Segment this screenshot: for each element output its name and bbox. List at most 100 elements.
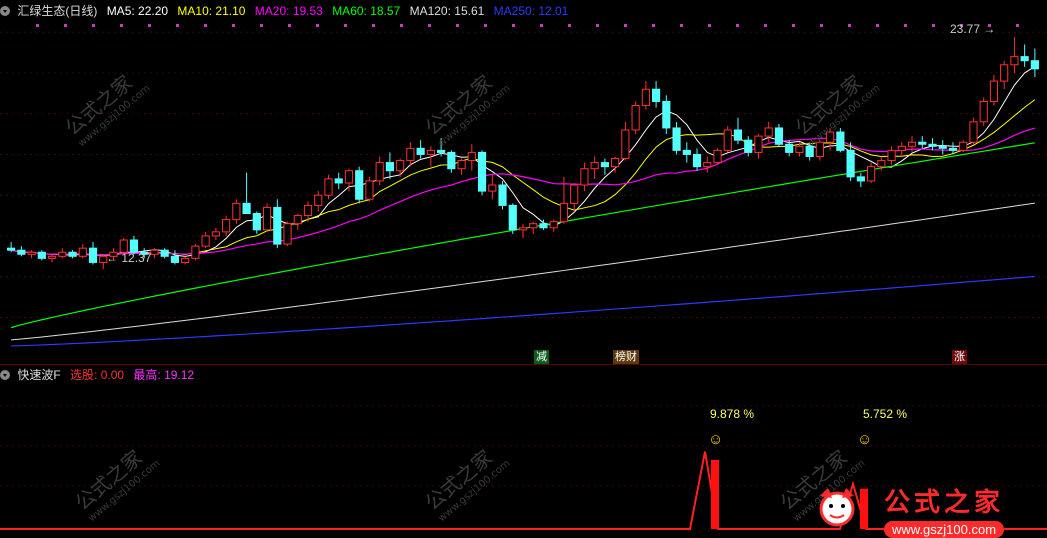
candle-body — [518, 227, 528, 231]
candle-body — [37, 251, 46, 259]
candle-body — [979, 100, 988, 123]
low-price-label: ← 12.37 — [106, 251, 151, 265]
candle-body — [785, 143, 794, 153]
candle-body — [1030, 60, 1039, 70]
candle-body — [774, 127, 784, 145]
event-tag-rise[interactable]: 涨 — [952, 350, 967, 364]
candle-body — [662, 100, 671, 129]
chevron-down-icon[interactable] — [0, 6, 10, 16]
candle-body — [631, 105, 640, 131]
peak-label-2: 5.752 % — [863, 407, 908, 421]
signal-dot — [680, 24, 683, 27]
signal-dot — [176, 24, 179, 27]
candle-body — [467, 151, 476, 162]
candle-body — [324, 178, 333, 196]
candle-body — [989, 80, 999, 102]
candle-body — [447, 151, 456, 170]
candle-body — [846, 149, 855, 178]
signal-dot — [820, 24, 823, 27]
candle-body — [181, 257, 190, 263]
brand-logo: 公式之家 www.gszj100.com — [884, 482, 1040, 538]
candle-body — [457, 160, 466, 170]
legend-ma120: MA120: 15.61 — [409, 4, 485, 18]
signal-dot — [876, 24, 879, 27]
candle-body — [201, 235, 210, 247]
signal-dot — [36, 24, 39, 27]
signal-dot — [288, 24, 291, 27]
signal-dot — [1016, 24, 1019, 27]
candle-body — [334, 178, 343, 184]
panel-divider[interactable] — [0, 364, 1047, 365]
event-tag-reduce[interactable]: 减 — [534, 350, 549, 364]
legend-ma5: MA5: 22.20 — [106, 4, 169, 18]
legend-ma250: MA250: 12.01 — [493, 4, 569, 18]
candle-body — [549, 221, 558, 229]
arrow-left-icon: ← — [106, 251, 122, 265]
indicator-title: 快速波F — [17, 368, 61, 382]
candle-body — [836, 131, 845, 151]
signal-dot — [932, 24, 935, 27]
candle-body — [539, 223, 548, 229]
candle-body — [703, 162, 712, 168]
signal-dot — [456, 24, 459, 27]
candle-body — [375, 162, 384, 182]
signal-dot — [428, 24, 431, 27]
signal-dot — [64, 24, 67, 27]
event-tag-financial[interactable]: 榜财 — [613, 350, 639, 364]
candle-body — [866, 166, 876, 182]
candle-body — [733, 129, 743, 141]
high-price-value: 23.77 — [950, 22, 981, 36]
candle-body — [959, 141, 968, 151]
candle-body — [907, 141, 917, 147]
candle-body — [754, 135, 763, 153]
candle-body — [314, 194, 323, 206]
candle-body — [191, 245, 200, 259]
candle-body — [897, 145, 906, 151]
signal-dot — [652, 24, 655, 27]
candle-body — [805, 145, 814, 157]
candle-body — [508, 204, 517, 231]
signal-dot — [484, 24, 487, 27]
candle-body — [27, 251, 36, 255]
low-price-value: 12.37 — [121, 251, 152, 265]
candle-body — [488, 184, 497, 192]
candle-body — [160, 249, 169, 257]
brand-url: www.gszj100.com — [884, 521, 1005, 538]
candle-body — [570, 184, 579, 204]
candle-body — [273, 206, 282, 245]
legend-ma20: MA20: 19.53 — [254, 4, 323, 18]
candle-body — [529, 223, 538, 229]
candle-body — [826, 131, 835, 143]
candle-body — [355, 170, 364, 200]
candle-body — [498, 184, 507, 206]
signal-dot — [624, 24, 627, 27]
candle-body — [590, 162, 599, 170]
candle-body — [58, 251, 67, 257]
legend-select: 选股: 0.00 — [70, 368, 125, 382]
signal-dot — [540, 24, 543, 27]
brand-name: 公式之家 — [884, 487, 1005, 517]
signal-dot — [120, 24, 123, 27]
smiley-icon: ☺ — [708, 431, 724, 448]
signal-dot — [764, 24, 767, 27]
mascot-icon — [812, 484, 862, 530]
candle-body — [580, 168, 589, 186]
candle-body — [426, 149, 435, 155]
main-legend: 汇绿生态(日线) MA5: 22.20 MA10: 21.10 MA20: 19… — [0, 2, 574, 20]
candle-body — [303, 204, 313, 217]
chevron-down-icon[interactable] — [0, 370, 10, 380]
candle-body — [764, 127, 773, 137]
candle-body — [150, 249, 159, 255]
candlestick-chart[interactable] — [0, 0, 1047, 364]
candle-body — [744, 139, 753, 153]
ma250-line — [11, 275, 1035, 347]
candle-body — [600, 162, 609, 168]
candle-body — [242, 202, 251, 215]
candle-body — [365, 180, 374, 200]
candle-body — [88, 247, 98, 263]
peak-label-1: 9.878 % — [710, 407, 755, 421]
candle-body — [283, 223, 292, 245]
candle-body — [78, 247, 87, 257]
smiley-icon: ☺ — [857, 431, 873, 448]
signal-dot — [372, 24, 375, 27]
